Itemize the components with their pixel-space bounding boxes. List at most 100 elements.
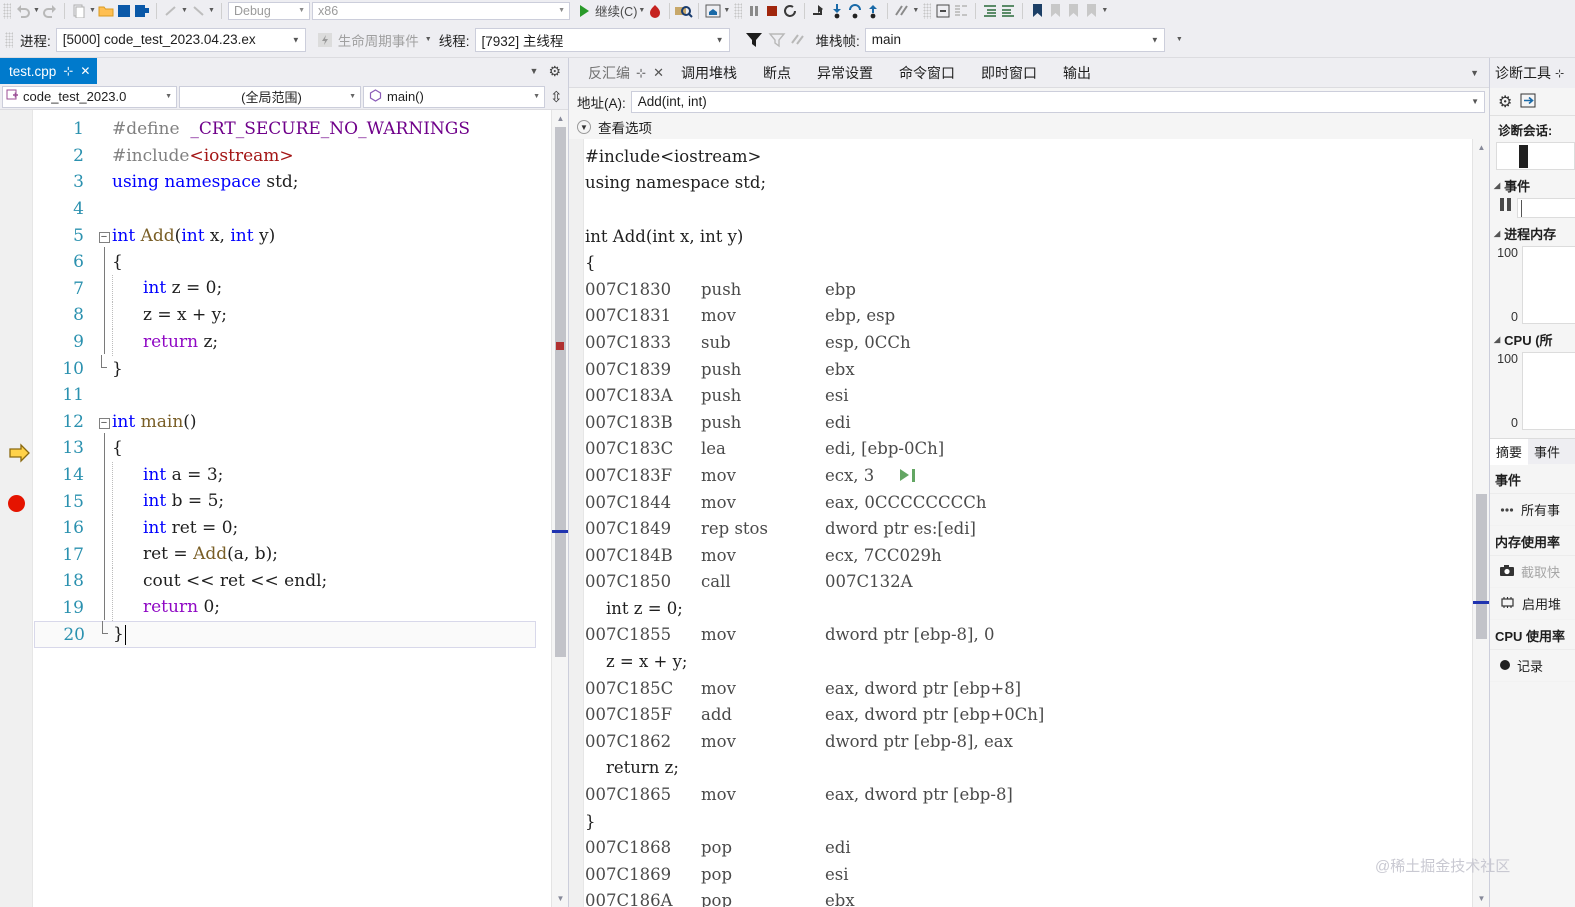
fold-collapse-icon[interactable]: −	[96, 414, 112, 430]
debug-window-tab[interactable]: 断点	[750, 58, 804, 88]
search-tool-icon[interactable]	[675, 2, 694, 20]
process-combo[interactable]: [5000] code_test_2023.04.23.ex ▼	[55, 27, 306, 52]
close-icon[interactable]: ✕	[80, 64, 90, 78]
editor-scroll-thumb[interactable]	[555, 127, 566, 657]
disassembly-instruction-line[interactable]: 007C1868 pop edi	[585, 834, 1470, 861]
stop-debugging-icon[interactable]	[763, 2, 781, 20]
chevron-down-icon[interactable]: ▼	[577, 120, 591, 134]
code-line[interactable]: 10}	[34, 354, 534, 382]
disassembly-instruction-line[interactable]: 007C1849 rep stos dword ptr es:[edi]	[585, 515, 1470, 542]
code-line[interactable]: 5− int Add(int x, int y)	[34, 222, 534, 249]
navigate-forward-icon[interactable]	[162, 2, 180, 20]
toolbar-grip[interactable]	[923, 2, 932, 19]
address-input[interactable]: Add(int, int) ▼	[630, 90, 1485, 113]
toolbar-grip[interactable]	[734, 2, 743, 19]
lifecycle-events-label[interactable]: 生命周期事件	[338, 30, 419, 50]
breakpoint-icon[interactable]	[8, 495, 25, 512]
save-icon[interactable]	[115, 2, 133, 20]
run-to-cursor-icon[interactable]	[900, 468, 916, 482]
continue-dropdown-icon[interactable]: ▼	[637, 3, 646, 19]
debug-toolbar-overflow-icon[interactable]: ▼	[1175, 32, 1184, 48]
events-section-header[interactable]: ◢ 事件	[1490, 170, 1575, 198]
code-line[interactable]: 19 return 0;	[34, 592, 534, 622]
break-all-icon[interactable]	[745, 2, 763, 20]
disassembly-instruction-line[interactable]: 007C183B push edi	[585, 409, 1470, 436]
disassembly-source-line[interactable]	[585, 196, 1470, 223]
scroll-down-icon[interactable]: ▼	[552, 890, 568, 907]
stackframe-combo[interactable]: main ▼	[864, 27, 1165, 52]
disassembly-source-line[interactable]: #include<iostream>	[585, 143, 1470, 170]
toolbar-overflow-icon[interactable]: ▼	[722, 3, 731, 19]
editor-tab-test-cpp[interactable]: test.cpp ⊹ ✕	[0, 58, 98, 84]
lifecycle-events-icon[interactable]	[316, 31, 334, 49]
split-editor-icon[interactable]: ⇳	[547, 88, 566, 106]
scroll-up-icon[interactable]: ▲	[552, 110, 568, 127]
disassembly-instruction-line[interactable]: 007C183C lea edi, [ebp-0Ch]	[585, 436, 1470, 463]
disassembly-instruction-line[interactable]: 007C184B mov ecx, 7CC029h	[585, 542, 1470, 569]
thread-filter-off-icon[interactable]	[766, 29, 788, 51]
open-folder-icon[interactable]	[97, 2, 115, 20]
redo-icon[interactable]	[41, 2, 59, 20]
disassembly-source-line[interactable]: using namespace std;	[585, 170, 1470, 197]
disassembly-source-line[interactable]: {	[585, 249, 1470, 276]
code-line[interactable]: 15 int b = 5;	[34, 486, 534, 516]
debug-window-tab[interactable]: 调用堆栈	[668, 58, 750, 88]
gear-icon[interactable]: ⚙	[548, 63, 561, 80]
code-line[interactable]: 16 int ret = 0;	[34, 513, 534, 542]
comment-dropdown-icon[interactable]: ▼	[911, 3, 920, 19]
code-line[interactable]: 12− int main()	[34, 409, 534, 436]
disassembly-scroll-thumb[interactable]	[1476, 494, 1487, 639]
code-line[interactable]: 9 return z;	[34, 327, 534, 356]
indent-decrease-icon[interactable]	[981, 2, 999, 20]
events-track[interactable]	[1517, 198, 1575, 218]
disassembly-source-line[interactable]: int z = 0;	[585, 595, 1470, 622]
undo-icon[interactable]	[14, 2, 32, 20]
code-text-area[interactable]: 1 #define _CRT_SECURE_NO_WARNINGS 2 #includ…	[0, 110, 568, 907]
scope-combo[interactable]: (全局范围) ▼	[179, 85, 361, 108]
diagnostic-action-item[interactable]: 启用堆	[1490, 588, 1575, 620]
disassembly-text-area[interactable]: #include<iostream> using namespace std; in…	[569, 139, 1489, 907]
editor-vertical-scrollbar[interactable]: ▲ ▼	[551, 110, 568, 907]
debug-window-tab[interactable]: 异常设置	[804, 58, 886, 88]
breakpoint-gutter[interactable]	[0, 110, 33, 907]
debug-window-tab[interactable]: 即时窗口	[968, 58, 1050, 88]
diagnostic-timeline[interactable]	[1496, 142, 1575, 170]
disassembly-source-line[interactable]: return z;	[585, 755, 1470, 782]
toggle-bookmark-icon[interactable]	[1028, 2, 1046, 20]
next-bookmark-icon[interactable]	[1064, 2, 1082, 20]
disassembly-source-line[interactable]: int Add(int x, int y)	[585, 223, 1470, 250]
disassembly-instruction-line[interactable]: 007C186A pop ebx	[585, 888, 1470, 907]
code-line[interactable]: 7 int z = 0;	[34, 273, 534, 303]
debug-window-tab[interactable]: 命令窗口	[886, 58, 968, 88]
code-line[interactable]: 2 #include<iostream>	[34, 143, 534, 170]
indent-increase-icon[interactable]	[999, 2, 1017, 20]
code-line[interactable]: 4	[34, 196, 534, 223]
code-line[interactable]: 13 {	[34, 433, 534, 462]
scroll-up-icon[interactable]: ▲	[1473, 139, 1489, 156]
home-icon[interactable]	[704, 2, 722, 20]
navigate-forward-dropdown-icon[interactable]: ▼	[180, 3, 189, 19]
disassembly-instruction-line[interactable]: 007C1869 pop esi	[585, 861, 1470, 888]
tab-overflow-icon[interactable]: ▼	[1470, 68, 1489, 78]
code-line[interactable]: 1 #define _CRT_SECURE_NO_WARNINGS	[34, 116, 534, 143]
chevron-down-icon[interactable]: ▼	[1471, 97, 1479, 106]
code-line[interactable]: 6{	[34, 247, 534, 276]
flag-threads-icon[interactable]	[788, 29, 810, 51]
step-into-icon[interactable]	[828, 2, 846, 20]
disassembly-instruction-line[interactable]: 007C1839 push ebx	[585, 356, 1470, 383]
collapse-all-icon[interactable]	[952, 2, 970, 20]
gear-icon[interactable]: ⚙	[1498, 92, 1512, 112]
navigate-backward-dropdown-icon[interactable]: ▼	[207, 3, 216, 19]
member-combo[interactable]: main() ▼	[363, 85, 545, 108]
diagnostic-lower-tab[interactable]: 事件	[1528, 439, 1566, 465]
debug-toolbar-grip[interactable]	[5, 31, 13, 48]
disassembly-instruction-line[interactable]: 007C183F mov ecx, 3	[585, 462, 1470, 489]
pin-icon[interactable]: ⊹	[636, 66, 646, 80]
debug-window-tab[interactable]: 反汇编 ⊹ ✕	[575, 58, 668, 88]
hot-reload-icon[interactable]	[646, 2, 664, 20]
code-line[interactable]: 3 using namespace std;	[34, 169, 534, 196]
diagnostic-action-item[interactable]: 截取快	[1490, 556, 1575, 588]
code-line[interactable]: 14 int a = 3;	[34, 460, 534, 489]
disassembly-instruction-line[interactable]: 007C1865 mov eax, dword ptr [ebp-8]	[585, 781, 1470, 808]
fold-collapse-icon[interactable]: −	[96, 228, 112, 244]
